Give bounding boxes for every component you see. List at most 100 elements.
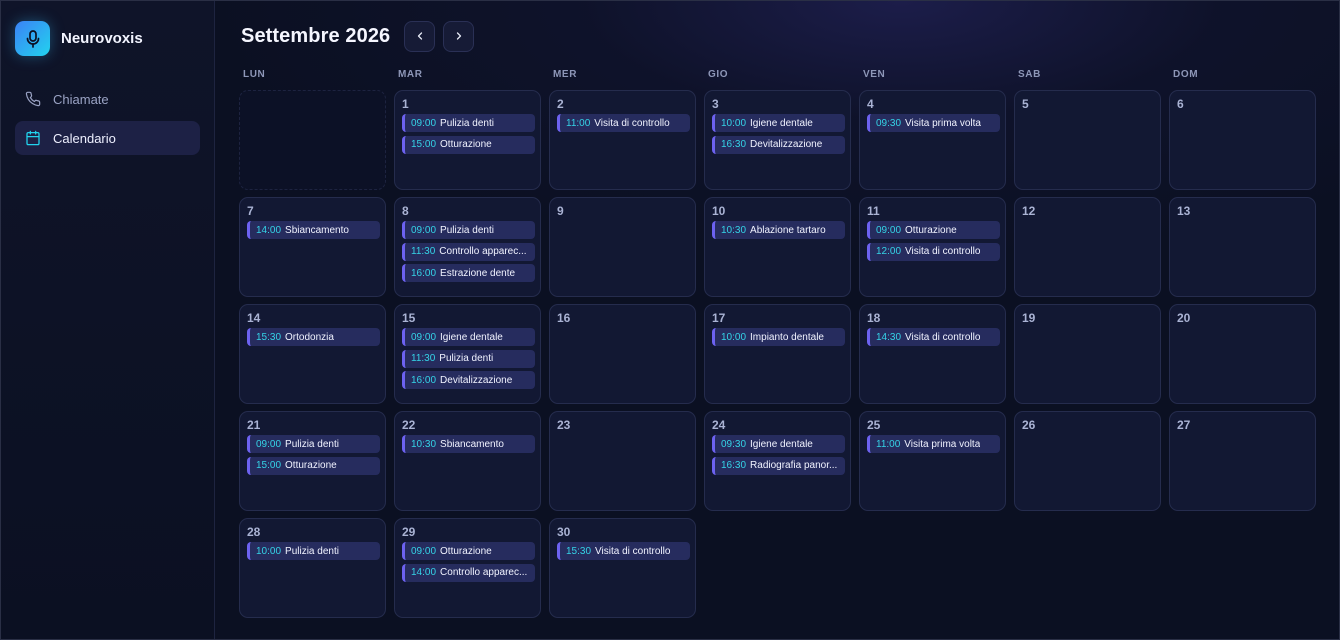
day-cell[interactable]: 4 09:30 Visita prima volta: [859, 90, 1006, 190]
appointment-chip[interactable]: 16:30 Devitalizzazione: [712, 135, 845, 154]
day-cell[interactable]: 11 09:00 Otturazione 12:00 Visita di control…: [859, 197, 1006, 297]
day-cell[interactable]: 7 14:00 Sbiancamento: [239, 197, 386, 297]
appointment-chip[interactable]: 10:00 Igiene dentale: [712, 114, 845, 132]
day-number: 29: [402, 525, 416, 539]
prev-month-button[interactable]: [404, 20, 436, 52]
day-cell[interactable]: 18 14:30 Visita di controllo: [859, 304, 1006, 404]
calendar-main: Settembre 2026 LUN MAR MER GIO VEN SAB DOM 1 09…: [215, 1, 1339, 639]
appointment-chip[interactable]: 12:00 Visita di controllo: [867, 242, 1000, 261]
appointment-time: 15:30: [256, 331, 282, 343]
appointment-chip[interactable]: 16:00 Estrazione dente: [402, 264, 535, 282]
day-cell[interactable]: 23: [549, 411, 696, 511]
appointment-title: Controllo apparec...: [439, 246, 527, 257]
appointment-chip[interactable]: 15:30 Ortodonzia: [247, 328, 380, 346]
sidebar-item-chiamate[interactable]: Chiamate: [15, 82, 200, 116]
day-number: 13: [1177, 204, 1191, 218]
appointment-time: 16:00: [411, 374, 437, 386]
appointment-title: Devitalizzazione: [440, 374, 513, 386]
day-number: 28: [247, 525, 261, 539]
day-cell[interactable]: 12: [1014, 197, 1161, 297]
appointment-chip[interactable]: 15:00 Otturazione: [247, 456, 380, 475]
appointment-chip[interactable]: 11:00 Visita prima volta: [867, 435, 1000, 453]
day-cell[interactable]: 26: [1014, 411, 1161, 511]
day-cell[interactable]: 9: [549, 197, 696, 297]
appointment-chip[interactable]: 14:00 Sbiancamento: [247, 221, 380, 239]
appointment-chip[interactable]: 11:30 Controllo apparec...: [402, 242, 535, 261]
day-cell[interactable]: 28 10:00 Pulizia denti: [239, 518, 386, 618]
next-month-button[interactable]: [443, 20, 475, 52]
day-number: 10: [712, 204, 726, 218]
day-cell[interactable]: 16: [549, 304, 696, 404]
day-number: 24: [712, 418, 726, 432]
appointment-chip[interactable]: 14:30 Visita di controllo: [867, 328, 1000, 346]
sidebar-item-label: Chiamate: [53, 91, 109, 107]
appointment-chip[interactable]: 10:00 Pulizia denti: [247, 542, 380, 560]
appointment-title: Pulizia denti: [440, 117, 494, 129]
appointment-title: Visita di controllo: [905, 246, 981, 257]
appointment-chip[interactable]: 10:30 Sbiancamento: [402, 435, 535, 453]
appointment-title: Impianto dentale: [750, 331, 824, 343]
appointment-chip[interactable]: 09:00 Otturazione: [402, 542, 535, 560]
day-cell[interactable]: 27: [1169, 411, 1316, 511]
appointment-chip[interactable]: 09:00 Pulizia denti: [402, 221, 535, 239]
weekday-label: MER: [553, 69, 578, 80]
appointment-chip[interactable]: 09:00 Otturazione: [867, 221, 1000, 239]
appointment-chip[interactable]: 16:00 Devitalizzazione: [402, 371, 535, 389]
appointment-title: Igiene dentale: [750, 438, 813, 450]
day-cell[interactable]: 19: [1014, 304, 1161, 404]
appointment-chip[interactable]: 09:30 Igiene dentale: [712, 435, 845, 453]
appointment-time: 10:00: [721, 331, 747, 343]
appointment-title: Visita di controllo: [905, 331, 981, 343]
sidebar-item-calendario[interactable]: Calendario: [15, 121, 200, 155]
day-cell[interactable]: 15 09:00 Igiene dentale 11:30 Pulizia denti 1…: [394, 304, 541, 404]
day-cell[interactable]: 6: [1169, 90, 1316, 190]
day-number: 11: [867, 204, 880, 218]
appointment-chip[interactable]: 16:30 Radiografia panor...: [712, 456, 845, 475]
appointment-time: 10:30: [411, 438, 437, 450]
appointment-chip[interactable]: 09:00 Pulizia denti: [402, 114, 535, 132]
appointment-chip[interactable]: 09:00 Igiene dentale: [402, 328, 535, 346]
day-cell[interactable]: 10 10:30 Ablazione tartaro: [704, 197, 851, 297]
appointment-time: 09:00: [876, 224, 902, 236]
day-cell[interactable]: 2 11:00 Visita di controllo: [549, 90, 696, 190]
appointment-chip[interactable]: 11:30 Pulizia denti: [402, 349, 535, 368]
appointment-title: Otturazione: [440, 545, 492, 557]
day-number: 16: [557, 311, 571, 325]
day-cell[interactable]: 3 10:00 Igiene dentale 16:30 Devitalizzazion…: [704, 90, 851, 190]
day-cell[interactable]: 14 15:30 Ortodonzia: [239, 304, 386, 404]
day-cell[interactable]: 21 09:00 Pulizia denti 15:00 Otturazione: [239, 411, 386, 511]
day-cell[interactable]: 24 09:30 Igiene dentale 16:30 Radiografia pa…: [704, 411, 851, 511]
appointment-title: Pulizia denti: [439, 353, 494, 364]
appointment-title: Devitalizzazione: [750, 139, 823, 150]
day-cell[interactable]: 20: [1169, 304, 1316, 404]
day-cell[interactable]: 30 15:30 Visita di controllo: [549, 518, 696, 618]
appointment-chip[interactable]: 15:00 Otturazione: [402, 135, 535, 154]
day-cell[interactable]: 5: [1014, 90, 1161, 190]
appointment-time: 09:00: [411, 331, 437, 343]
day-number: 21: [247, 418, 261, 432]
day-cell[interactable]: 22 10:30 Sbiancamento: [394, 411, 541, 511]
appointment-time: 10:00: [256, 545, 282, 557]
appointment-chip[interactable]: 11:00 Visita di controllo: [557, 114, 690, 132]
appointment-chip[interactable]: 14:00 Controllo apparec...: [402, 563, 535, 582]
appointment-chip[interactable]: 09:00 Pulizia denti: [247, 435, 380, 453]
day-cell[interactable]: 17 10:00 Impianto dentale: [704, 304, 851, 404]
day-cell[interactable]: 13: [1169, 197, 1316, 297]
day-cell[interactable]: 29 09:00 Otturazione 14:00 Controllo apparec…: [394, 518, 541, 618]
day-cell[interactable]: 8 09:00 Pulizia denti 11:30 Controllo appare…: [394, 197, 541, 297]
day-number: 22: [402, 418, 416, 432]
appointment-time: 15:00: [411, 139, 437, 150]
appointment-chip[interactable]: 10:30 Ablazione tartaro: [712, 221, 845, 239]
appointment-chip[interactable]: 15:30 Visita di controllo: [557, 542, 690, 560]
day-number: 5: [1022, 97, 1029, 111]
appointment-time: 09:00: [411, 117, 437, 129]
day-number: 14: [247, 311, 261, 325]
appointment-time: 14:00: [256, 224, 282, 236]
day-cell[interactable]: 1 09:00 Pulizia denti 15:00 Otturazione: [394, 90, 541, 190]
appointment-time: 12:00: [876, 246, 902, 257]
appointment-title: Otturazione: [285, 460, 337, 471]
day-number: 15: [402, 311, 416, 325]
appointment-chip[interactable]: 10:00 Impianto dentale: [712, 328, 845, 346]
day-cell[interactable]: 25 11:00 Visita prima volta: [859, 411, 1006, 511]
appointment-chip[interactable]: 09:30 Visita prima volta: [867, 114, 1000, 132]
